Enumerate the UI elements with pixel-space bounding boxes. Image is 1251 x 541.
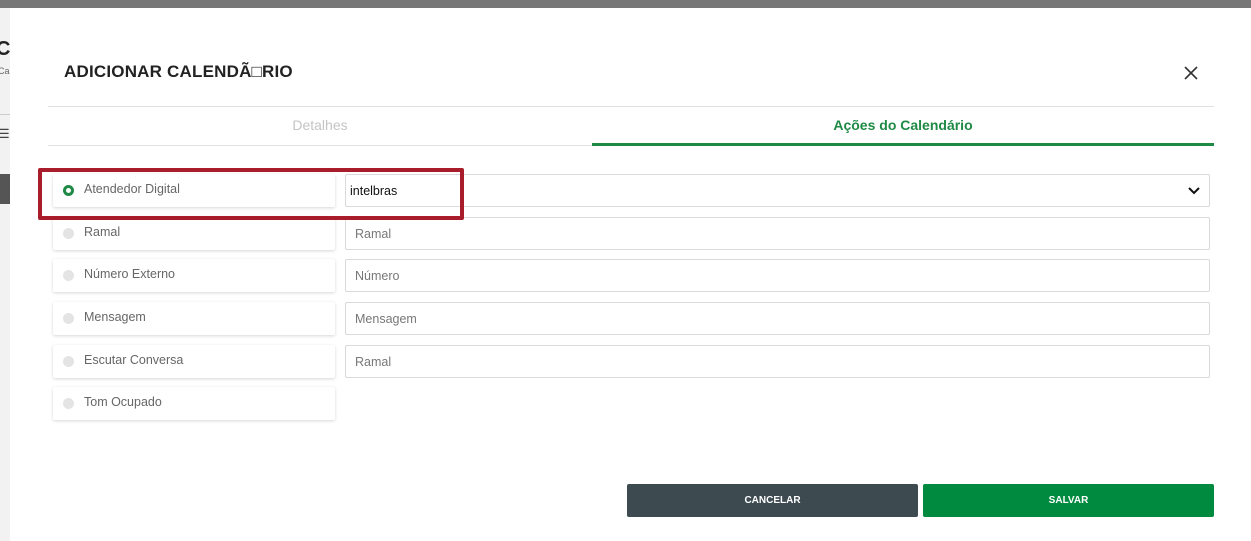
option-label: Tom Ocupado: [84, 395, 162, 409]
save-button[interactable]: SALVAR: [923, 484, 1214, 517]
option-listen-conversation[interactable]: Escutar Conversa: [53, 345, 335, 378]
tab-calendar-actions[interactable]: Ações do Calendário: [592, 108, 1214, 146]
close-icon[interactable]: [1180, 62, 1202, 84]
option-label: Ramal: [84, 225, 121, 239]
tab-details[interactable]: Detalhes: [48, 108, 592, 146]
option-label: Escutar Conversa: [84, 353, 184, 367]
background-dark-block: [0, 174, 10, 204]
background-divider: [0, 114, 10, 115]
radio-unchecked-icon[interactable]: [63, 270, 74, 281]
digital-attendant-select[interactable]: intelbras: [345, 174, 1210, 207]
chevron-down-icon: [1188, 187, 1200, 195]
option-label: Atendedor Digital: [84, 182, 180, 196]
radio-checked-icon[interactable]: [63, 185, 74, 196]
option-label: Mensagem: [84, 310, 146, 324]
header-divider: [48, 106, 1214, 107]
message-input[interactable]: Mensagem: [345, 302, 1210, 335]
option-label: Número Externo: [84, 267, 176, 281]
external-number-input[interactable]: Número: [345, 259, 1210, 292]
background-page-title: C: [0, 38, 11, 60]
cancel-button[interactable]: CANCELAR: [627, 484, 918, 517]
radio-unchecked-icon[interactable]: [63, 356, 74, 367]
filter-icon: ☰: [0, 126, 10, 141]
option-external-number[interactable]: Número Externo: [53, 259, 335, 292]
ramal-input[interactable]: Ramal: [345, 217, 1210, 250]
radio-unchecked-icon[interactable]: [63, 313, 74, 324]
add-calendar-modal: ADICIONAR CALENDÃ□RIO Detalhes Ações do …: [10, 8, 1251, 541]
listen-conversation-input[interactable]: Ramal: [345, 345, 1210, 378]
radio-unchecked-icon[interactable]: [63, 228, 74, 239]
select-value: intelbras: [350, 184, 398, 198]
background-page-subtitle: Ca: [0, 66, 10, 76]
option-message[interactable]: Mensagem: [53, 302, 335, 335]
option-ramal[interactable]: Ramal: [53, 217, 335, 250]
option-digital-attendant[interactable]: Atendedor Digital: [53, 174, 335, 207]
option-busy-tone[interactable]: Tom Ocupado: [53, 387, 335, 420]
radio-unchecked-icon[interactable]: [63, 398, 74, 409]
modal-title: ADICIONAR CALENDÃ□RIO: [64, 62, 293, 81]
